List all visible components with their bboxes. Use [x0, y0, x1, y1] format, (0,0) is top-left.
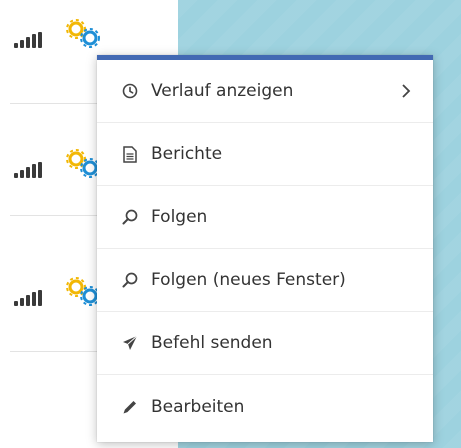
menu-item-label: Befehl senden [151, 333, 273, 353]
menu-item-folgen[interactable]: Folgen [97, 186, 433, 249]
menu-item-verlauf-anzeigen[interactable]: Verlauf anzeigen [97, 60, 433, 123]
signal-bars-icon [14, 290, 46, 306]
menu-item-label: Folgen [151, 207, 208, 227]
menu-item-berichte[interactable]: Berichte [97, 123, 433, 186]
send-icon [121, 334, 139, 352]
document-icon [121, 145, 139, 163]
pencil-icon [121, 398, 139, 416]
gears-icon [64, 18, 108, 50]
context-menu: Verlauf anzeigen Berichte Folgen Folgen … [97, 55, 433, 442]
menu-item-bearbeiten[interactable]: Bearbeiten [97, 375, 433, 438]
menu-item-folgen-neues-fenster[interactable]: Folgen (neues Fenster) [97, 249, 433, 312]
menu-item-befehl-senden[interactable]: Befehl senden [97, 312, 433, 375]
signal-bars-icon [14, 32, 46, 48]
menu-item-label: Folgen (neues Fenster) [151, 270, 346, 290]
chevron-right-icon [401, 83, 411, 99]
menu-item-label: Berichte [151, 144, 223, 164]
menu-item-label: Bearbeiten [151, 396, 245, 417]
search-icon [121, 208, 139, 226]
search-icon [121, 271, 139, 289]
clock-icon [121, 82, 139, 100]
menu-item-label: Verlauf anzeigen [151, 81, 294, 101]
signal-bars-icon [14, 162, 46, 178]
